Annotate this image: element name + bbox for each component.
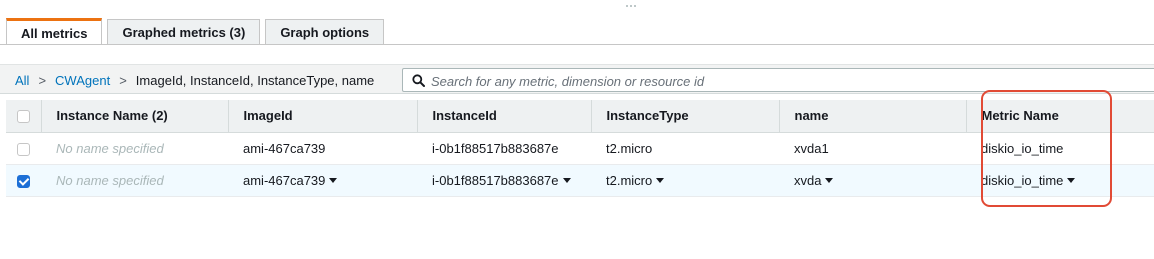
cell-value: i-0b1f88517b883687e (432, 172, 559, 188)
column-header-name[interactable]: name (779, 100, 967, 133)
cell-value: t2.micro (606, 172, 653, 188)
cell-image-id: ami-467ca739 (228, 132, 417, 165)
tab-graphed-metrics[interactable]: Graphed metrics (3) (107, 19, 261, 44)
cell-value: diskio_io_time (981, 172, 1064, 188)
cell-instance-id: i-0b1f88517b883687e (417, 132, 591, 165)
cell-instance-id[interactable]: i-0b1f88517b883687e (417, 164, 591, 197)
column-header-metric-name[interactable]: Metric Name (966, 100, 1154, 133)
caret-down-icon[interactable] (1067, 177, 1076, 183)
breadcrumb-separator: > (38, 72, 47, 88)
breadcrumb-separator: > (119, 72, 127, 88)
metrics-table: Instance Name (2) ImageId InstanceId Ins… (6, 100, 1154, 197)
cell-instance-type: t2.micro (591, 132, 779, 165)
search-icon (412, 74, 425, 87)
table-header-row: Instance Name (2) ImageId InstanceId Ins… (6, 100, 1154, 133)
metrics-tabs: All metrics Graphed metrics (3) Graph op… (6, 17, 389, 45)
cell-instance-name: No name specified (41, 132, 228, 165)
cell-metric-name: diskio_io_time (966, 132, 1154, 165)
breadcrumb-dimensions: ImageId, InstanceId, InstanceType, name (135, 72, 375, 88)
breadcrumb-bar: All > CWAgent > ImageId, InstanceId, Ins… (0, 64, 1154, 94)
caret-down-icon[interactable] (656, 177, 665, 183)
tab-graph-options[interactable]: Graph options (265, 19, 385, 44)
table-row[interactable]: No name specified ami-467ca739 i-0b1f885… (6, 132, 1154, 165)
search-input[interactable] (429, 71, 1133, 91)
cell-metric-name[interactable]: diskio_io_time (966, 164, 1154, 197)
cell-instance-name: No name specified (41, 164, 228, 197)
tab-all-metrics[interactable]: All metrics (6, 18, 103, 45)
cell-value: ami-467ca739 (243, 172, 326, 188)
column-header-instance-type[interactable]: InstanceType (591, 100, 780, 133)
cell-name: xvda1 (779, 132, 966, 165)
caret-down-icon[interactable] (329, 177, 338, 183)
row-checkbox[interactable] (17, 174, 30, 188)
column-header-image-id[interactable]: ImageId (228, 100, 418, 133)
cell-instance-type[interactable]: t2.micro (591, 164, 779, 197)
cell-image-id[interactable]: ami-467ca739 (228, 164, 417, 197)
select-all-cell (6, 100, 42, 133)
breadcrumb: All > CWAgent > ImageId, InstanceId, Ins… (15, 65, 374, 95)
column-header-instance-name[interactable]: Instance Name (2) (41, 100, 229, 133)
tab-divider (0, 44, 1154, 45)
table-row[interactable]: No name specified ami-467ca739 i-0b1f885… (6, 164, 1154, 197)
select-all-checkbox[interactable] (16, 110, 30, 124)
caret-down-icon[interactable] (562, 177, 571, 183)
row-checkbox[interactable] (17, 142, 30, 156)
breadcrumb-all-link[interactable]: All (15, 73, 29, 88)
row-select-cell (6, 164, 41, 197)
breadcrumb-namespace-link[interactable]: CWAgent (55, 73, 110, 88)
panel-resize-handle[interactable] (626, 3, 640, 9)
metric-search-box[interactable] (402, 68, 1154, 92)
row-select-cell (6, 132, 41, 165)
column-header-instance-id[interactable]: InstanceId (417, 100, 592, 133)
cell-value: xvda (794, 172, 822, 188)
cell-name[interactable]: xvda (779, 164, 966, 197)
caret-down-icon[interactable] (825, 177, 834, 183)
